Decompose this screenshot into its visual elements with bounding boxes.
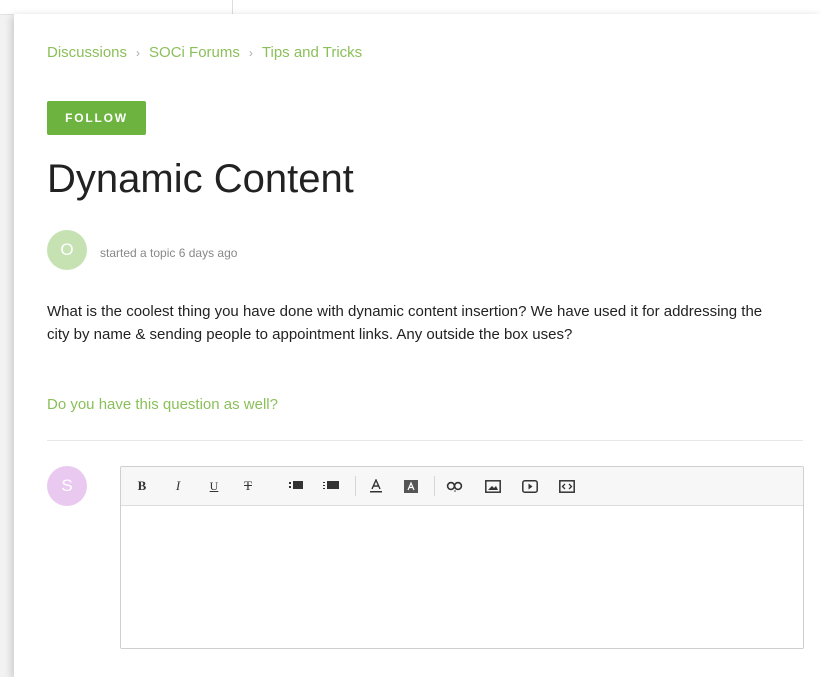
toolbar-separator (355, 476, 356, 496)
divider (47, 440, 803, 441)
underline-icon[interactable]: U (203, 476, 225, 496)
breadcrumb-tips-and-tricks[interactable]: Tips and Tricks (262, 44, 362, 61)
strikethrough-icon[interactable]: T (237, 476, 259, 496)
topic-meta: started a topic 6 days ago (100, 246, 238, 260)
bold-icon[interactable]: B (131, 476, 153, 496)
link-icon[interactable] (444, 476, 466, 496)
numbered-list-icon[interactable] (320, 476, 342, 496)
reply-editor: B I U T (120, 466, 804, 649)
topic-body: What is the coolest thing you have done … (47, 303, 763, 343)
bulleted-list-icon[interactable] (285, 476, 307, 496)
image-icon[interactable] (482, 476, 504, 496)
breadcrumb-soci-forums[interactable]: SOCi Forums (149, 44, 240, 61)
breadcrumb-discussions[interactable]: Discussions (47, 44, 127, 61)
follow-button[interactable]: FOLLOW (47, 101, 146, 135)
background-color-icon[interactable] (400, 476, 422, 496)
italic-icon[interactable]: I (167, 476, 189, 496)
breadcrumb-separator: › (136, 46, 141, 60)
editor-toolbar: B I U T (121, 467, 803, 506)
reply-textarea[interactable] (121, 506, 803, 648)
breadcrumb-separator: › (248, 46, 253, 60)
top-divider (232, 0, 233, 14)
breadcrumb: Discussions › SOCi Forums › Tips and Tricks (47, 44, 362, 61)
current-user-avatar[interactable]: S (47, 466, 87, 506)
top-strip (0, 0, 821, 15)
toolbar-separator (434, 476, 435, 496)
text-color-icon[interactable] (365, 476, 387, 496)
video-icon[interactable] (519, 476, 541, 496)
same-question-link[interactable]: Do you have this question as well? (47, 396, 278, 413)
page-title: Dynamic Content (47, 157, 354, 201)
author-avatar[interactable]: O (47, 230, 87, 270)
code-icon[interactable] (556, 476, 578, 496)
topic-panel: Discussions › SOCi Forums › Tips and Tricks … (14, 14, 821, 677)
